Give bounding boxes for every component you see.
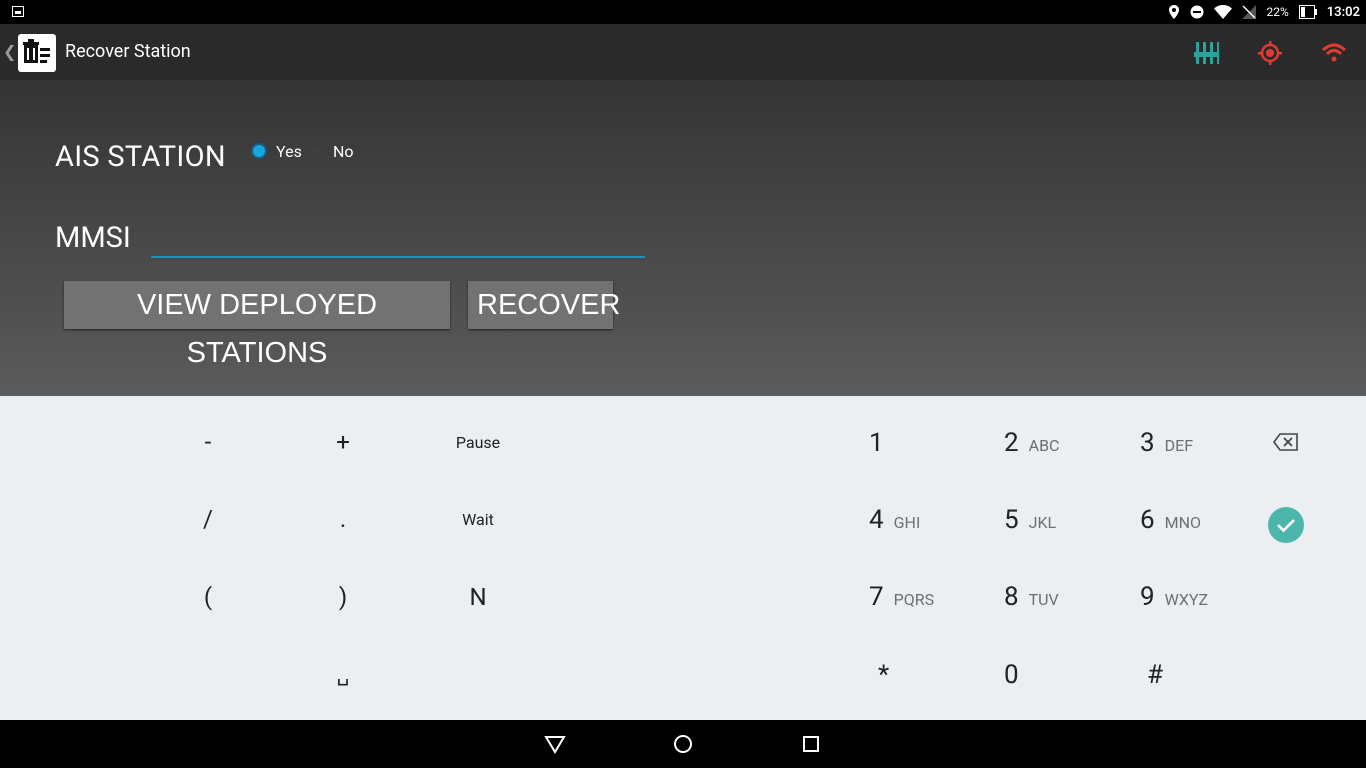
clock: 13:02 bbox=[1326, 4, 1360, 20]
key-wait[interactable]: Wait bbox=[433, 504, 523, 534]
key-pause[interactable]: Pause bbox=[433, 427, 523, 457]
location-icon bbox=[1169, 5, 1180, 19]
radio-no-label[interactable]: No bbox=[333, 142, 354, 161]
wifi-signal-icon[interactable] bbox=[1321, 40, 1347, 66]
key-1[interactable]: 1 bbox=[869, 428, 894, 458]
key-3[interactable]: 3 DEF bbox=[1140, 428, 1193, 458]
do-not-disturb-icon bbox=[1190, 5, 1204, 19]
key-plus[interactable]: + bbox=[313, 422, 373, 462]
recover-button[interactable]: RECOVER bbox=[468, 281, 620, 329]
key-close-paren[interactable]: ) bbox=[313, 577, 373, 617]
radio-yes[interactable] bbox=[253, 145, 265, 157]
key-5[interactable]: 5 JKL bbox=[1004, 505, 1056, 535]
mmsi-label: MMSI bbox=[55, 221, 131, 255]
trash-list-icon bbox=[23, 39, 50, 63]
app-logo[interactable] bbox=[18, 34, 56, 72]
key-4[interactable]: 4 GHI bbox=[869, 505, 920, 535]
key-9[interactable]: 9 WXYZ bbox=[1140, 582, 1208, 612]
up-chevron-icon[interactable]: ❮ bbox=[3, 42, 16, 61]
key-period[interactable]: . bbox=[313, 499, 373, 539]
key-8[interactable]: 8 TUV bbox=[1004, 582, 1059, 612]
key-open-paren[interactable]: ( bbox=[178, 577, 238, 617]
key-n[interactable]: N bbox=[448, 577, 508, 617]
numeric-keypad: - + Pause / . Wait ( ) N ␣ 1 2 ABC 3 DEF 4… bbox=[0, 396, 1366, 720]
app-bar: ❮ Recover Station bbox=[0, 24, 1366, 80]
radio-no[interactable] bbox=[311, 145, 323, 157]
wifi-icon bbox=[1214, 5, 1233, 19]
key-star[interactable]: * bbox=[878, 660, 889, 690]
recover-form: AIS STATION Yes No MMSI VIEW DEPLOYED ST… bbox=[0, 80, 1366, 396]
navigation-bar bbox=[0, 720, 1366, 768]
recents-icon[interactable] bbox=[799, 732, 823, 756]
radio-yes-label[interactable]: Yes bbox=[276, 142, 302, 161]
key-slash[interactable]: / bbox=[178, 499, 238, 539]
key-space[interactable]: ␣ bbox=[313, 654, 373, 694]
view-deployed-stations-button[interactable]: VIEW DEPLOYED STATIONS bbox=[64, 281, 450, 369]
key-0[interactable]: 0 bbox=[1004, 660, 1019, 690]
key-minus[interactable]: - bbox=[178, 422, 238, 462]
backspace-icon[interactable] bbox=[1273, 433, 1299, 451]
home-icon[interactable] bbox=[671, 732, 695, 756]
mmsi-input[interactable] bbox=[151, 220, 645, 258]
battery-percent: 22% bbox=[1266, 5, 1289, 19]
battery-icon bbox=[1298, 5, 1317, 19]
done-check-icon[interactable] bbox=[1268, 507, 1304, 543]
status-bar: 22% 13:02 bbox=[0, 0, 1366, 24]
image-icon bbox=[12, 6, 24, 17]
key-7[interactable]: 7 PQRS bbox=[869, 582, 934, 612]
location-target-icon[interactable] bbox=[1257, 40, 1283, 66]
back-icon[interactable] bbox=[543, 732, 567, 756]
page-title: Recover Station bbox=[65, 41, 191, 62]
equalizer-icon[interactable] bbox=[1193, 40, 1219, 66]
status-icons: 22% 13:02 bbox=[1168, 0, 1360, 24]
ais-station-label: AIS STATION bbox=[55, 140, 226, 174]
key-6[interactable]: 6 MNO bbox=[1140, 505, 1201, 535]
no-signal-icon bbox=[1242, 5, 1257, 19]
key-2[interactable]: 2 ABC bbox=[1004, 428, 1059, 458]
key-hash[interactable]: # bbox=[1147, 660, 1163, 690]
